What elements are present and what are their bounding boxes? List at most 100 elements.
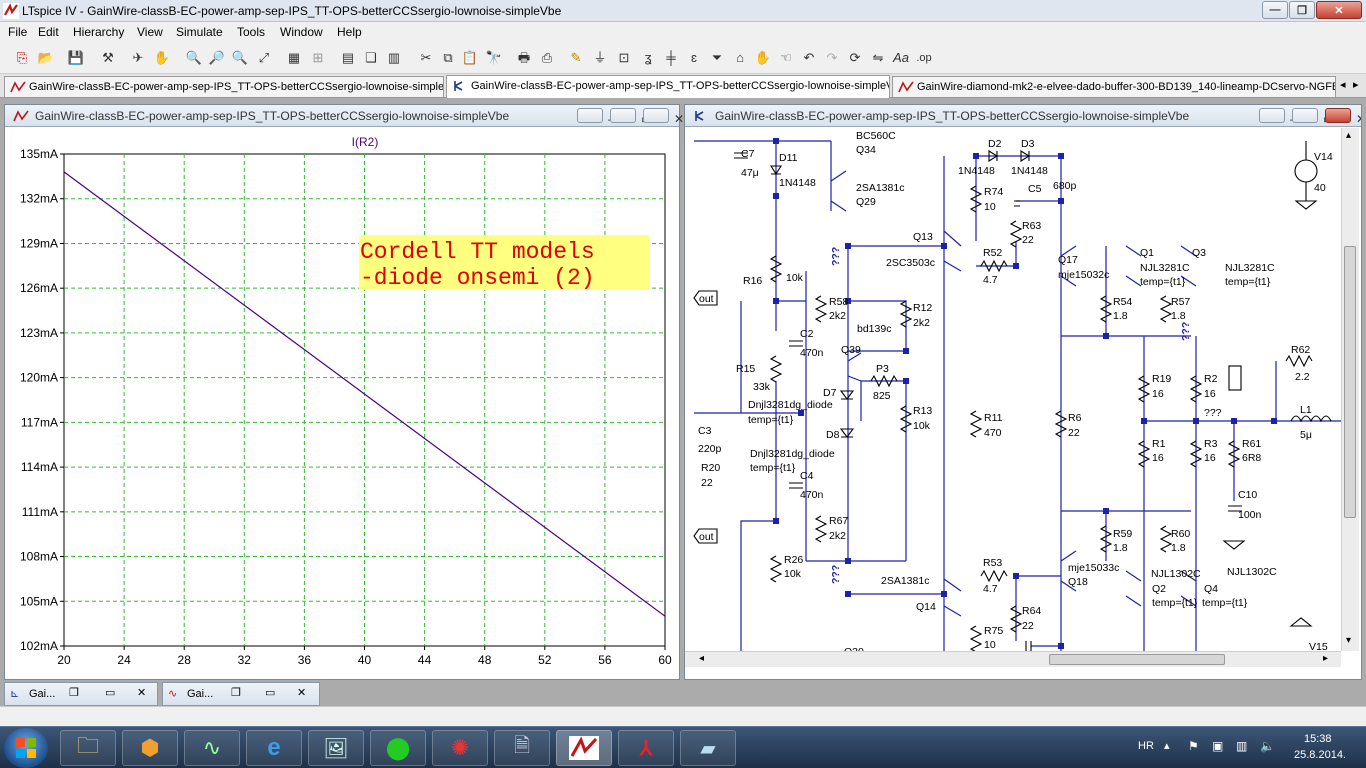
schematic-label[interactable]: temp={t1} [1152,597,1198,609]
schematic-label[interactable]: 4.7 [983,583,998,595]
schematic-label[interactable]: 470 [984,427,1002,439]
schematic-label[interactable]: 2SA1381c [881,575,929,587]
schematic-label[interactable]: BC560C [856,130,896,142]
schematic-label[interactable]: R52 [983,247,1002,259]
schematic-label[interactable]: NJL3281C [1140,262,1190,274]
schematic-label[interactable]: P3 [876,363,889,375]
scroll-down-icon[interactable]: ▾ [1346,635,1351,646]
schematic-label[interactable]: 1.8 [1171,310,1186,322]
rotate-icon[interactable]: ⟳ [845,48,865,68]
menu-file[interactable]: File [8,25,27,39]
schematic-label[interactable]: Q39 [841,344,861,356]
schematic-label[interactable]: R59 [1113,528,1132,540]
schematic-label[interactable]: 16 [1204,388,1216,400]
minimized-window-2[interactable]: ∿ Gai... ❐ ▭ ✕ [162,682,320,706]
schematic-label[interactable]: R53 [983,557,1002,569]
cut-icon[interactable]: ✂ [416,48,436,68]
schematic-label[interactable]: 1N4148 [958,165,995,177]
schematic-label[interactable]: 1.8 [1171,542,1186,554]
halt-icon[interactable]: ✋ [152,48,172,68]
schematic-label[interactable]: D2 [988,138,1002,150]
scroll-right-icon[interactable]: ▸ [1323,653,1328,664]
schematic-label[interactable]: 4.7 [983,274,998,286]
close-button[interactable]: ✕ [1316,1,1362,19]
schematic-label[interactable]: D11 [779,152,798,164]
schematic-label[interactable]: bd139c [857,323,891,335]
new-schematic-icon[interactable]: ⎘ [12,48,32,68]
inductor-icon[interactable]: ɛ [684,48,704,68]
trace-label[interactable]: I(R2) [352,135,379,149]
schematic-label[interactable]: 470n [800,489,824,501]
plot-maximize-button[interactable]: ▭ [610,108,652,126]
schematic-label[interactable]: R26 [784,554,803,566]
schematic-label[interactable]: R15 [736,363,755,375]
schematic-label[interactable]: 6R8 [1242,452,1261,464]
close-icon[interactable]: ✕ [137,686,146,699]
zoom-pan-icon[interactable]: 🔎 [207,48,227,68]
schematic-label[interactable]: 2k2 [829,310,846,322]
print-preview-icon[interactable]: 🖶 [514,48,534,68]
menu-window[interactable]: Window [280,25,323,39]
menu-edit[interactable]: Edit [38,25,59,39]
label-net-icon[interactable]: ⊡ [614,48,634,68]
schematic-label[interactable]: D3 [1021,138,1035,150]
schematic-label[interactable]: R3 [1204,438,1218,450]
schematic-label[interactable]: R57 [1171,296,1190,308]
device-icon[interactable]: ▣ [1212,739,1223,753]
menu-tools[interactable]: Tools [237,25,265,39]
minimize-button[interactable]: — [1262,1,1288,19]
schematic-label[interactable]: 825 [873,390,891,402]
schematic-label[interactable]: 16 [1152,452,1164,464]
mirror-icon[interactable]: ⇋ [868,48,888,68]
schematic-label[interactable]: L1 [1300,404,1312,416]
autorange-icon[interactable]: ▦ [284,48,304,68]
tile-vertical-icon[interactable]: ▥ [384,48,404,68]
diode-icon[interactable]: ⏷ [707,48,727,68]
schematic-label[interactable]: R6 [1068,412,1082,424]
vertical-scrollbar[interactable]: ▴ ▾ [1341,128,1359,651]
minimized-window-1[interactable]: ⊾ Gai... ❐ ▭ ✕ [4,682,158,706]
tab-schematic-active[interactable]: GainWire-classB-EC-power-amp-sep-IPS_TT-… [446,75,890,98]
schematic-label[interactable]: temp={t1} [1202,597,1248,609]
zoom-fit-icon[interactable]: ⤢ [254,48,274,68]
zoom-out-icon[interactable]: 🔍 [230,48,250,68]
ground-icon[interactable]: ⏚ [590,48,610,68]
scroll-left-icon[interactable]: ◂ [699,653,704,664]
maximize-icon[interactable]: ▭ [265,686,275,699]
control-panel-icon[interactable]: ⚒ [98,48,118,68]
schematic-label[interactable]: Q14 [916,601,936,613]
schematic-label[interactable]: D8 [826,429,840,441]
taskbar-internet-explorer[interactable]: e [246,730,302,766]
schematic-label[interactable]: Q4 [1204,583,1218,595]
schematic-label[interactable]: 10k [913,420,931,432]
schematic-label[interactable]: 40 [1314,182,1326,194]
network-icon[interactable]: ▥ [1236,739,1247,753]
capacitor-icon[interactable]: ╪ [661,48,681,68]
taskbar-app-2[interactable]: ⬢ [122,730,178,766]
taskbar-explorer[interactable]: 🗀 [60,730,116,766]
schematic-label[interactable]: 16 [1152,388,1164,400]
find-icon[interactable]: 🔭 [484,48,504,68]
move-icon[interactable]: ✋ [753,48,773,68]
close-icon[interactable]: ✕ [297,686,306,699]
save-icon[interactable]: 💾 [66,48,86,68]
schematic-label[interactable]: 33k [753,381,771,393]
schematic-label[interactable]: temp={t1} [750,462,796,474]
schematic-label[interactable]: C3 [698,425,712,437]
copy-icon[interactable]: ⧉ [438,48,458,68]
schematic-label[interactable]: C5 [1028,183,1042,195]
schematic-label[interactable]: R1 [1152,438,1166,450]
schematic-label[interactable]: R12 [913,302,932,314]
resistor-icon[interactable]: ʓ [638,48,658,68]
schematic-label[interactable]: R2 [1204,373,1218,385]
taskbar-ltspice[interactable] [556,730,612,766]
schematic-label[interactable]: R16 [743,275,762,287]
schematic-label[interactable]: Q13 [913,231,933,243]
schematic-label[interactable]: 22 [1022,620,1034,632]
schematic-label[interactable]: 1N4148 [779,177,816,189]
schematic-label[interactable]: R20 [701,462,720,474]
taskbar-app-8[interactable]: 🗎 [494,730,550,766]
schematic-label[interactable]: V14 [1314,151,1333,163]
scroll-up-icon[interactable]: ▴ [1346,130,1351,141]
horizontal-scroll-thumb[interactable] [1049,654,1225,665]
